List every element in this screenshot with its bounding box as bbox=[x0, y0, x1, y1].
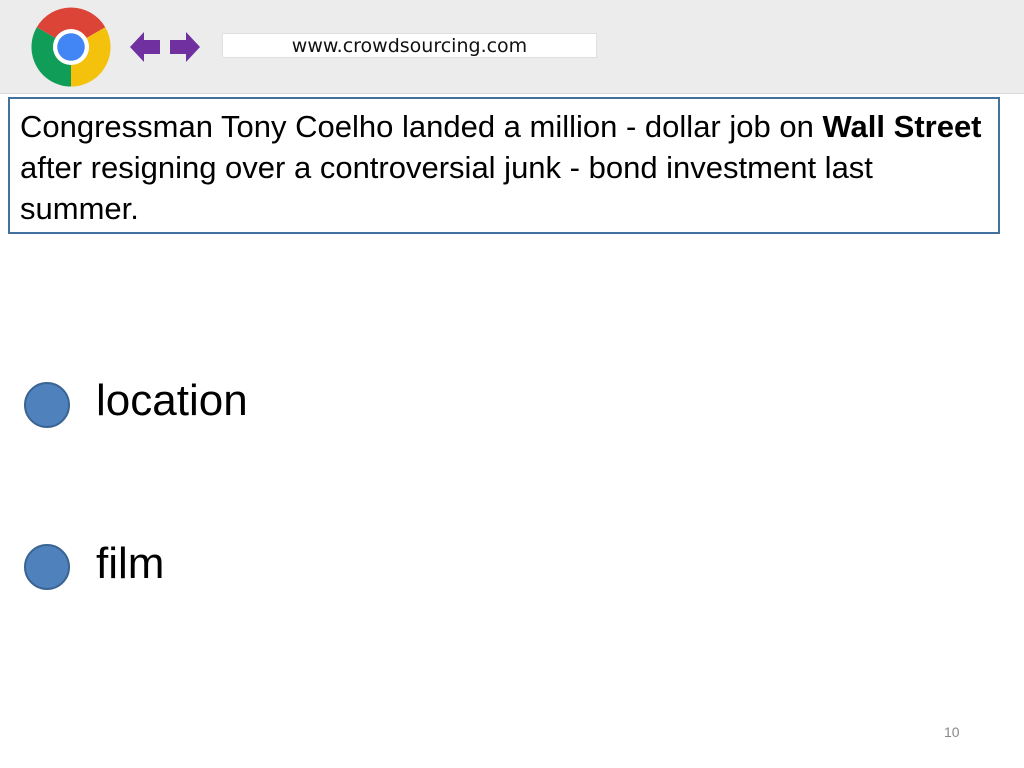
question-bold-text: Wall Street bbox=[822, 109, 982, 144]
page-number: 10 bbox=[944, 724, 960, 740]
browser-toolbar: www.crowdsourcing.com bbox=[0, 0, 1024, 94]
option-radio-film[interactable] bbox=[24, 544, 70, 590]
question-text-end: after resigning over a controversial jun… bbox=[20, 150, 873, 226]
arrow-right-icon[interactable] bbox=[170, 32, 200, 62]
option-label-location[interactable]: location bbox=[96, 376, 248, 426]
address-bar[interactable]: www.crowdsourcing.com bbox=[222, 33, 597, 58]
arrow-left-icon[interactable] bbox=[130, 32, 160, 62]
question-text: Congressman Tony Coelho landed a million… bbox=[20, 109, 823, 144]
option-radio-location[interactable] bbox=[24, 382, 70, 428]
navigation-arrows bbox=[130, 32, 200, 62]
option-label-film[interactable]: film bbox=[96, 539, 164, 589]
chrome-logo-icon bbox=[31, 7, 111, 87]
question-box: Congressman Tony Coelho landed a million… bbox=[8, 97, 1000, 234]
